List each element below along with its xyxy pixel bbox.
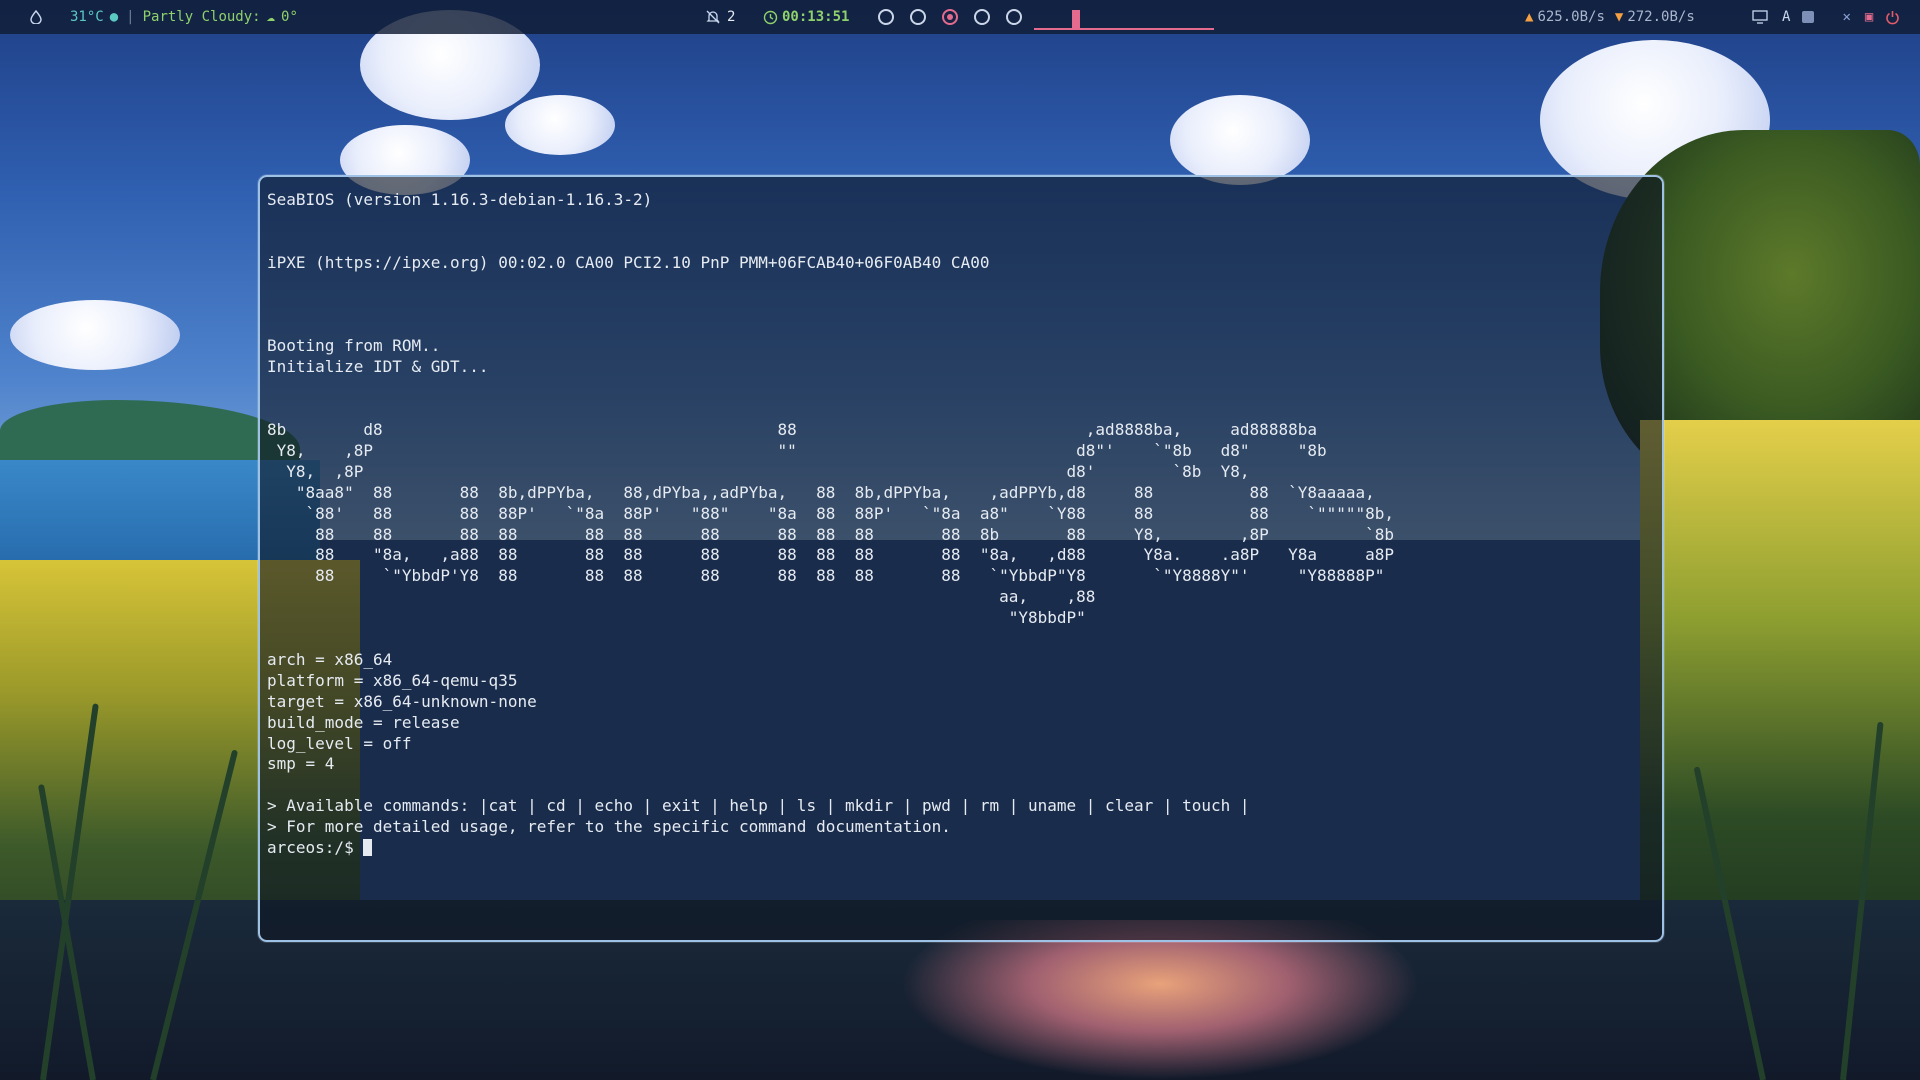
cloud-shape [505,95,615,155]
terminal-window[interactable]: SeaBIOS (version 1.16.3-debian-1.16.3-2)… [258,175,1664,942]
terminal-line: smp = 4 [267,754,335,774]
terminal-line: 88 88 88 88 88 88 88 88 88 88 88 8b 88 Y… [315,524,1395,544]
cpu-spike [1072,10,1080,28]
terminal-line: aa, ,88 [999,587,1096,607]
terminal-line: platform = x86_64-qemu-q35 [267,670,518,690]
terminal-line: "Y8bbdP" [1008,608,1086,628]
terminal-output: SeaBIOS (version 1.16.3-debian-1.16.3-2)… [267,190,1394,859]
display-icon[interactable] [1752,10,1768,24]
terminal-line: 88 `"YbbdP'Y8 88 88 88 88 88 88 88 88 `"… [315,566,1385,586]
clock-icon [763,10,778,25]
uptime-value: 00:13:51 [782,9,850,25]
notification-count: 2 [727,9,736,25]
terminal-line: "8aa8" 88 88 8b,dPPYba, 88,dPYba,,adPYba… [295,482,1375,502]
terminal-output-lines: SeaBIOS (version 1.16.3-debian-1.16.3-2)… [267,190,1394,836]
terminal-line: Booting from ROM.. [267,336,441,356]
cpu-graph [1034,0,1214,34]
network-upload-rate: 625.0B/s [1537,9,1605,25]
terminal-line: Y8, ,8P d8' `8b Y8, [286,461,1250,481]
network-download-rate: 272.0B/s [1627,9,1695,25]
weather-description: Partly Cloudy: [142,9,261,25]
terminal-line: Y8, ,8P "" d8"' `"8b d8" "8b [276,440,1327,460]
terminal-line: target = x86_64-unknown-none [267,691,537,711]
status-bar: 31°C ● | Partly Cloudy: ☁ 0° 2 00:13:51 … [0,0,1920,34]
shell-prompt: arceos:/$ [267,838,364,858]
upload-arrow-icon: ▲ [1525,9,1534,25]
bell-off-icon [705,9,721,25]
download-arrow-icon: ▼ [1614,9,1624,25]
terminal-line: `88' 88 88 88P' `"8a 88P' "88" "8a 88 88… [305,503,1395,523]
workspace-5-button[interactable] [1006,9,1022,25]
terminal-line: SeaBIOS (version 1.16.3-debian-1.16.3-2) [267,190,653,209]
keyboard-layout-indicator[interactable]: A [1782,9,1790,25]
thermometer-droplet-icon: ● [109,9,119,25]
notifications-widget[interactable]: 2 [705,0,735,34]
terminal-line: > Available commands: |cat | cd | echo |… [267,796,1250,816]
uptime-widget[interactable]: 00:13:51 [763,0,849,34]
terminal-line: > For more detailed usage, refer to the … [267,817,951,837]
wallpaper-path [900,920,1420,1080]
weather-feels-like: 0° [281,9,298,25]
power-icon[interactable] [1885,10,1900,25]
terminal-line: iPXE (https://ipxe.org) 00:02.0 CA00 PCI… [267,252,990,272]
terminal-line: Initialize IDT & GDT... [267,357,489,377]
weather-temperature: 31°C [70,9,104,25]
workspace-3-button[interactable] [942,9,958,25]
system-tray: A ✕ ▣ [1752,0,1900,34]
cloud-shape [1170,95,1310,185]
terminal-line: 88 "8a, ,a88 88 88 88 88 88 88 88 88 "8a… [315,545,1395,565]
workspace-1-button[interactable] [878,9,894,25]
network-widget[interactable]: ▲ 625.0B/s ▼ 272.0B/s [1525,0,1695,34]
terminal-line: arch = x86_64 [267,649,393,669]
clipboard-icon[interactable]: ▣ [1865,9,1873,25]
divider: | [126,9,135,25]
text-cursor [363,839,373,857]
app-tray-icon[interactable] [1802,11,1815,23]
terminal-line: log_level = off [267,733,412,753]
terminal-line: build_mode = release [267,712,460,732]
workspace-2-button[interactable] [910,9,926,25]
workspace-4-button[interactable] [974,9,990,25]
terminal-prompt-line[interactable]: arceos:/$ [267,838,373,858]
weather-widget[interactable]: 31°C ● | Partly Cloudy: ☁ 0° [30,0,298,34]
workspace-switcher [870,0,1030,34]
terminal-line: 8b d8 88 ,ad8888ba, ad88888ba [267,419,1317,439]
cloud-shape [10,300,180,370]
bluetooth-off-icon[interactable]: ✕ [1842,9,1850,25]
droplet-icon [30,10,42,24]
cpu-usage-graph [1034,4,1214,30]
cloud-sun-icon: ☁ [266,9,276,25]
